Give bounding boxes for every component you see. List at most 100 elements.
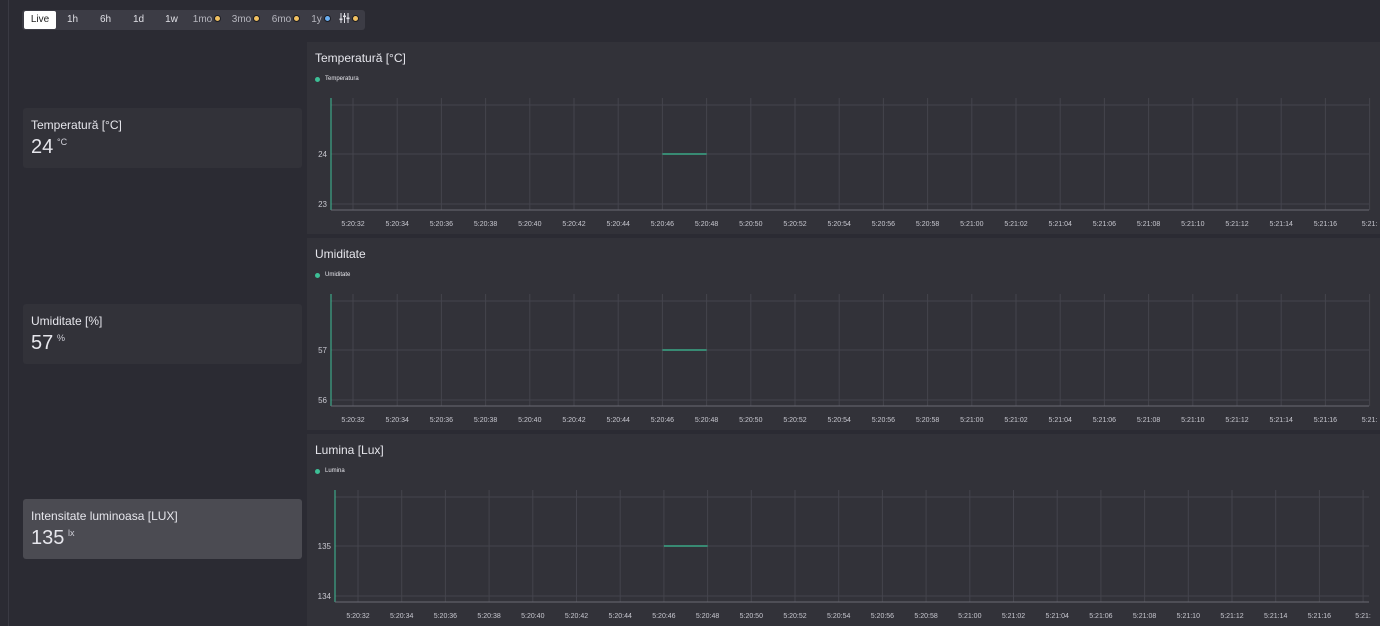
x-tick-label: 5:21:00: [958, 613, 981, 620]
premium-dot-icon: [214, 15, 222, 22]
temperature-line-chart[interactable]: 5:20:32 5:20:34 5:20:36 5:20:38 5:20:40 5:20:…: [307, 42, 1380, 234]
x-tick-label: 5:20:44: [607, 417, 630, 424]
x-tick-label: 5:21:06: [1093, 417, 1116, 424]
card-title: Umiditate [%]: [31, 314, 103, 328]
x-tick-label: 5:20:36: [430, 221, 453, 228]
left-border: [8, 0, 9, 626]
x-tick-label: 5:21:14: [1270, 221, 1293, 228]
time-1d-button[interactable]: 1d: [122, 11, 155, 29]
x-tick-label: 5:21:04: [1046, 613, 1069, 620]
x-tick-label: 5:20:52: [783, 613, 806, 620]
card-unit: %: [57, 333, 66, 343]
x-tick-label: 5:21:12: [1225, 417, 1248, 424]
premium-dot-icon: [352, 15, 359, 22]
card-unit: lx: [68, 528, 75, 538]
time-3mo-button[interactable]: 3mo: [226, 11, 266, 29]
card-value: 57: [31, 332, 54, 354]
x-tick-label: 5:20:42: [562, 221, 585, 228]
x-tick-label: 5:21:14: [1270, 417, 1293, 424]
x-tick-label: 5:20:32: [341, 221, 364, 228]
x-tick-label: 5:21:14: [1264, 613, 1287, 620]
humidity-chart-panel: Umiditate Umiditate 5:20:32 5:20:34 5:20:3…: [307, 238, 1380, 430]
humidity-card[interactable]: Umiditate [%] 57 %: [23, 304, 302, 364]
temperature-card[interactable]: Temperatură [°C] 24 °C: [23, 108, 302, 168]
x-tick-label: 5:20:56: [871, 613, 894, 620]
time-1y-button[interactable]: 1y: [306, 11, 336, 29]
card-title: Intensitate luminoasa [LUX]: [31, 509, 178, 523]
x-tick-label: 5:21:10: [1177, 613, 1200, 620]
x-tick-label: 5:20:58: [916, 417, 939, 424]
x-tick-label: 5:20:44: [607, 221, 630, 228]
time-range-toolbar: Live 1h 6h 1d 1w 1mo 3mo 6mo 1y: [22, 10, 365, 30]
time-6h-button[interactable]: 6h: [89, 11, 122, 29]
x-tick-label: 5:21:08: [1137, 221, 1160, 228]
x-tick-label: 5:21:12: [1220, 613, 1243, 620]
y-tick-label: 135: [318, 542, 332, 551]
x-tick-label: 5:20:58: [914, 613, 937, 620]
x-tick-label: 5:21:16: [1314, 221, 1337, 228]
x-tick-label: 5:21:00: [960, 417, 983, 424]
x-tick-label: 5:21:08: [1133, 613, 1156, 620]
x-tick-label: 5:20:40: [518, 417, 541, 424]
x-tick-label: 5:20:46: [652, 613, 675, 620]
x-tick-label: 5:21:16: [1308, 613, 1331, 620]
x-tick-label: 5:21:10: [1181, 417, 1204, 424]
x-tick-label: 5:20:46: [651, 221, 674, 228]
x-tick-label: 5:20:36: [434, 613, 457, 620]
time-settings-button[interactable]: [336, 11, 362, 29]
x-tick-label: 5:20:40: [518, 221, 541, 228]
time-1w-button[interactable]: 1w: [155, 11, 188, 29]
sliders-icon: [339, 13, 350, 23]
x-tick-label: 5:20:56: [872, 417, 895, 424]
light-chart-panel: Lumina [Lux] Lumina 5:20:32 5:20:34 5:20:3…: [307, 434, 1380, 626]
card-unit: °C: [57, 137, 68, 147]
x-tick-label: 5:20:46: [651, 417, 674, 424]
x-tick-label: 5:21:: [1362, 417, 1378, 424]
x-tick-label: 5:20:34: [386, 221, 409, 228]
light-line-chart[interactable]: 5:20:32 5:20:34 5:20:36 5:20:38 5:20:40 5:20:…: [307, 434, 1380, 626]
x-tick-label: 5:21:: [1362, 221, 1378, 228]
humidity-line-chart[interactable]: 5:20:32 5:20:34 5:20:36 5:20:38 5:20:40 5:20:…: [307, 238, 1380, 430]
y-tick-label: 56: [318, 396, 327, 405]
time-1mo-button[interactable]: 1mo: [188, 11, 226, 29]
x-tick-label: 5:20:50: [739, 221, 762, 228]
premium-dot-icon: [253, 15, 261, 22]
time-6mo-button[interactable]: 6mo: [266, 11, 306, 29]
x-tick-label: 5:21:00: [960, 221, 983, 228]
x-tick-label: 5:20:38: [477, 613, 500, 620]
x-tick-label: 5:21:12: [1225, 221, 1248, 228]
info-dot-icon: [323, 15, 331, 22]
x-tick-label: 5:21:02: [1002, 613, 1025, 620]
x-tick-label: 5:20:34: [390, 613, 413, 620]
x-tick-label: 5:21:04: [1049, 221, 1072, 228]
x-tick-label: 5:21:02: [1004, 221, 1027, 228]
temperature-chart-panel: Temperatură [°C] Temperatura 5:20:32 5:20…: [307, 42, 1380, 234]
x-tick-label: 5:20:44: [609, 613, 632, 620]
x-tick-label: 5:20:40: [521, 613, 544, 620]
time-live-button[interactable]: Live: [24, 11, 56, 29]
time-1h-button[interactable]: 1h: [56, 11, 89, 29]
x-tick-label: 5:21:02: [1004, 417, 1027, 424]
x-tick-label: 5:20:56: [872, 221, 895, 228]
y-tick-label: 134: [318, 592, 332, 601]
x-tick-label: 5:21:10: [1181, 221, 1204, 228]
card-value: 24: [31, 136, 54, 158]
x-tick-label: 5:21:06: [1089, 613, 1112, 620]
x-tick-label: 5:20:50: [740, 613, 763, 620]
x-tick-label: 5:21:04: [1049, 417, 1072, 424]
y-tick-label: 24: [318, 150, 327, 159]
light-card[interactable]: Intensitate luminoasa [LUX] 135 lx: [23, 499, 302, 559]
x-tick-label: 5:20:38: [474, 221, 497, 228]
x-tick-label: 5:20:36: [430, 417, 453, 424]
x-tick-label: 5:20:48: [696, 613, 719, 620]
y-tick-label: 57: [318, 346, 327, 355]
x-tick-label: 5:20:48: [695, 417, 718, 424]
x-tick-label: 5:21:16: [1314, 417, 1337, 424]
premium-dot-icon: [293, 15, 301, 22]
x-tick-label: 5:20:54: [828, 417, 851, 424]
x-tick-label: 5:20:48: [695, 221, 718, 228]
x-tick-label: 5:20:38: [474, 417, 497, 424]
y-tick-label: 23: [318, 200, 327, 209]
x-tick-label: 5:21:: [1355, 613, 1371, 620]
x-tick-label: 5:20:42: [562, 417, 585, 424]
